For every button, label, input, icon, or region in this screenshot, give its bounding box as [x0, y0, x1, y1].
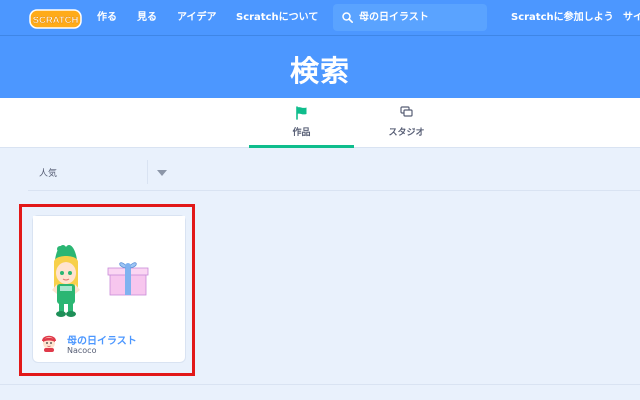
nav-explore[interactable]: 見る — [137, 0, 157, 36]
tab-projects[interactable]: 作品 — [249, 98, 354, 148]
avatar[interactable] — [40, 332, 58, 352]
project-author[interactable]: Nacoco — [67, 346, 96, 355]
tab-studios-label: スタジオ — [388, 128, 425, 138]
nav-create[interactable]: 作る — [97, 0, 117, 36]
search-icon — [342, 12, 353, 23]
join-link[interactable]: Scratchに参加しよう — [511, 0, 614, 36]
top-navigation: SCRATCH 作る 見る アイデア Scratchについて 母の日イラスト S… — [0, 0, 640, 36]
project-card[interactable]: 母の日イラスト Nacoco — [32, 215, 186, 363]
filter-divider — [147, 160, 148, 184]
flag-icon — [296, 106, 307, 120]
tab-studios[interactable]: スタジオ — [354, 98, 459, 148]
nav-ideas[interactable]: アイデア — [177, 0, 217, 36]
page-title: 検索 — [289, 54, 350, 88]
search-input[interactable]: 母の日イラスト — [359, 4, 429, 31]
scratch-logo[interactable]: SCRATCH — [29, 8, 82, 30]
tab-projects-label: 作品 — [292, 128, 311, 138]
logo-text: SCRATCH — [33, 15, 79, 26]
bottom-divider — [0, 384, 640, 385]
search-box[interactable]: 母の日イラスト — [333, 4, 487, 31]
sort-select[interactable]: 人気 — [39, 166, 57, 179]
project-thumbnail[interactable] — [33, 216, 185, 328]
filter-underline — [28, 190, 640, 191]
search-banner: 検索 — [0, 36, 640, 98]
signin-link[interactable]: サイ — [623, 0, 640, 36]
project-title[interactable]: 母の日イラスト — [67, 332, 137, 347]
chevron-down-icon[interactable] — [157, 170, 167, 176]
tab-bar: 作品 スタジオ — [0, 98, 640, 148]
studio-icon — [400, 106, 413, 117]
nav-about[interactable]: Scratchについて — [236, 0, 318, 36]
